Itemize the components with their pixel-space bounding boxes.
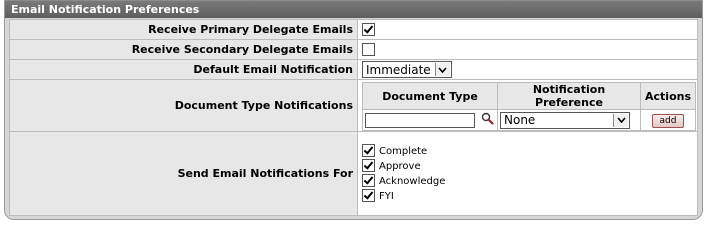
complete-checkbox[interactable] [362,144,375,157]
primary-delegate-checkbox[interactable] [362,23,375,37]
option-fyi: FYI [362,189,697,204]
acknowledge-checkbox[interactable] [362,174,375,187]
col-document-type: Document Type [362,82,498,110]
option-label: FYI [379,190,394,202]
option-acknowledge: Acknowledge [362,174,697,189]
option-label: Approve [379,160,421,172]
add-button[interactable]: add [651,113,685,128]
doc-type-table: Document Type Notification Preference Ac… [362,82,696,131]
col-notification-preference: Notification Preference [497,82,641,110]
secondary-delegate-checkbox[interactable] [362,43,375,57]
default-notification-select[interactable]: Immediate [362,61,452,78]
default-notification-label: Default Email Notification [9,59,358,80]
preferences-table: Receive Primary Delegate Emails Receive … [9,19,698,216]
chevron-down-icon [434,63,450,76]
email-preferences-panel: Email Notification Preferences Receive P… [4,0,703,220]
send-notifications-label: Send Email Notifications For [9,131,358,216]
option-approve: Approve [362,159,697,174]
section-header: Email Notification Preferences [5,0,702,18]
doc-type-notifications-label: Document Type Notifications [9,79,358,132]
notification-options: Complete Approve Acknowledge FYI [362,144,697,204]
document-type-input[interactable] [365,112,475,128]
fyi-checkbox[interactable] [362,189,375,202]
notification-preference-value: None [504,113,536,127]
option-label: Acknowledge [379,175,446,187]
col-actions: Actions [640,82,696,110]
option-complete: Complete [362,144,697,159]
option-label: Complete [379,145,428,157]
primary-delegate-label: Receive Primary Delegate Emails [9,19,358,40]
approve-checkbox[interactable] [362,159,375,172]
magnifier-icon[interactable] [481,112,494,128]
notification-preference-select[interactable]: None [500,111,630,129]
chevron-down-icon [613,113,628,127]
default-notification-value: Immediate [366,62,431,77]
secondary-delegate-label: Receive Secondary Delegate Emails [9,39,358,60]
